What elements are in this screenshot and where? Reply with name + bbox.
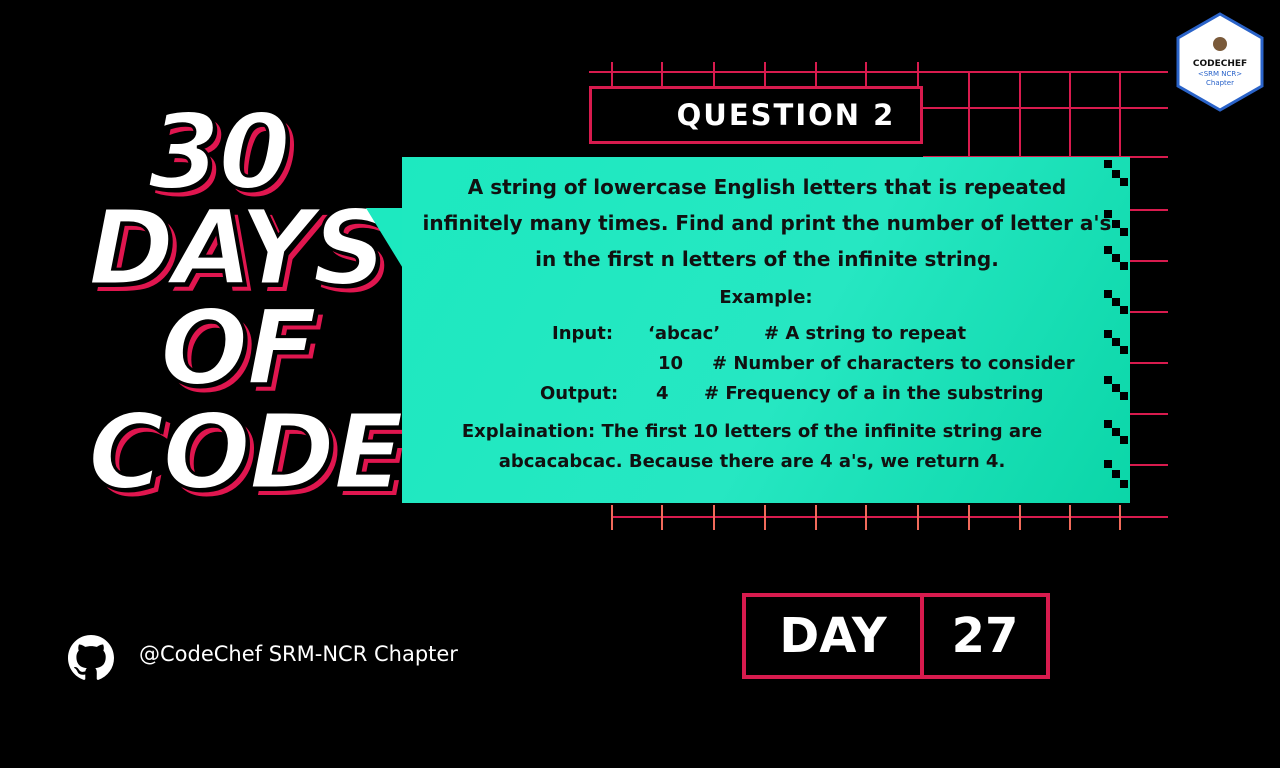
codechef-badge: CODECHEF <SRM NCR> Chapter <box>1176 12 1264 112</box>
github-icon <box>68 635 114 680</box>
badge-line3: Chapter <box>1206 79 1234 87</box>
day-box: DAY 27 <box>742 593 1050 679</box>
badge-line2: <SRM NCR> <box>1198 70 1242 78</box>
day-label: DAY <box>746 597 924 675</box>
footer-handle: @CodeChef SRM-NCR Chapter <box>139 642 458 666</box>
badge-line1: CODECHEF <box>1193 59 1247 69</box>
chef-hat-icon <box>1213 37 1227 51</box>
day-number: 27 <box>951 608 1019 664</box>
